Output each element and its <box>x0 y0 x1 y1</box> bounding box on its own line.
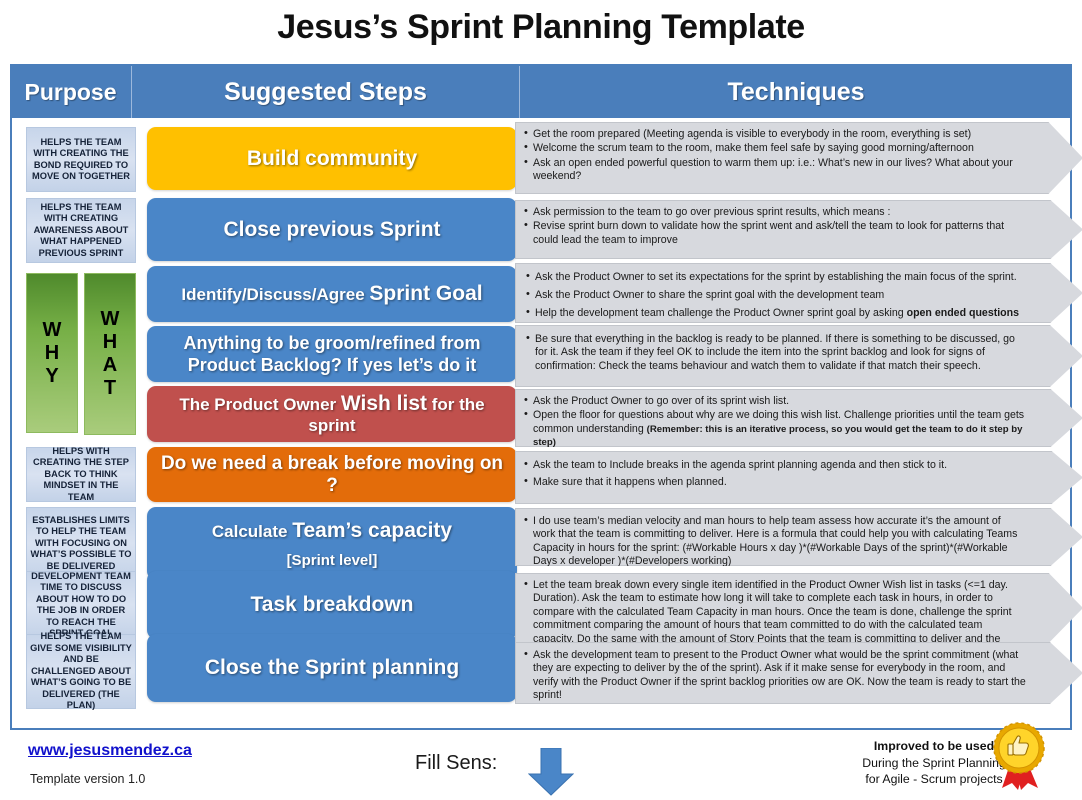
what-letter-h: H <box>102 331 118 353</box>
technique-arrow-4: Be sure that everything in the backlog i… <box>515 325 1082 387</box>
technique-item: Make sure that it happens when planned. <box>524 476 1026 489</box>
technique-item: Ask the Product Owner to go over of its … <box>524 395 1026 408</box>
technique-list-1: Get the room prepared (Meeting agenda is… <box>516 123 1082 189</box>
why-label-block: W H Y <box>26 273 78 433</box>
technique-item: Get the room prepared (Meeting agenda is… <box>524 128 1026 141</box>
step-label-6: Do we need a break before moving on ? <box>160 452 504 496</box>
step-label-3-lead: Identify/Discuss/Agree <box>181 285 370 304</box>
step-button-sprint-goal[interactable]: Identify/Discuss/Agree Sprint Goal <box>147 266 517 322</box>
purpose-cell-9: Helps the team give some visibility and … <box>26 631 136 710</box>
recommended-badge-icon <box>993 722 1045 790</box>
technique-arrow-9: Ask the development team to present to t… <box>515 642 1082 704</box>
step-button-team-capacity[interactable]: Calculate Team’s capacity [Sprint level] <box>147 507 517 580</box>
template-version: Template version 1.0 <box>30 772 146 786</box>
technique-arrow-1: Get the room prepared (Meeting agenda is… <box>515 122 1082 194</box>
step-label-7: Calculate Team’s capacity <box>212 519 452 543</box>
what-label-block: W H A T <box>84 273 136 435</box>
technique-list-6: Ask the team to Include breaks in the ag… <box>516 452 1082 495</box>
techniques-block-3: Ask the Product Owner to set its expecta… <box>515 263 1082 323</box>
step-label-5-lead: The Product Owner <box>179 395 341 414</box>
techniques-block-9: Ask the development team to present to t… <box>515 642 1082 704</box>
technique-arrow-5: Ask the Product Owner to go over of its … <box>515 389 1082 447</box>
technique-item: Welcome the scrum team to the room, make… <box>524 142 1026 155</box>
step-button-task-breakdown[interactable]: Task breakdown <box>147 571 517 639</box>
step-label-4: Anything to be groom/refined from Produc… <box>183 333 481 375</box>
table-body: Helps the team with creating the bond re… <box>12 118 1070 728</box>
column-header-purpose: Purpose <box>10 66 132 118</box>
technique-item: Ask permission to the team to go over pr… <box>524 206 1026 219</box>
techniques-block-8: Let the team break down every single ite… <box>515 573 1082 643</box>
technique-item: I do use team’s median velocity and man … <box>524 515 1026 569</box>
column-header-suggested-steps: Suggested Steps <box>132 66 520 118</box>
purpose-cell-2: Helps the team with creating awareness a… <box>26 198 136 263</box>
technique-item: Ask the team to Include breaks in the ag… <box>524 459 1026 472</box>
technique-list-3: Ask the Product Owner to set its expecta… <box>516 264 1082 325</box>
step-label-5-big: Wish list <box>340 392 428 415</box>
technique-list-9: Ask the development team to present to t… <box>516 643 1082 708</box>
step-button-close-previous-sprint[interactable]: Close previous Sprint <box>147 198 517 261</box>
techniques-block-6: Ask the team to Include breaks in the ag… <box>515 451 1082 504</box>
technique-arrow-8: Let the team break down every single ite… <box>515 573 1082 643</box>
step-label-7-lead: Calculate <box>211 521 293 541</box>
sprint-planning-template: Jesus’s Sprint Planning Template Purpose… <box>0 0 1082 800</box>
table-header-row: Purpose Suggested Steps Techniques <box>10 66 1072 118</box>
technique-item: Ask the Product Owner to set its expecta… <box>524 271 1026 284</box>
technique-list-5: Ask the Product Owner to go over of its … <box>516 390 1082 455</box>
what-letter-a: A <box>102 354 118 376</box>
step-label-2: Close previous Sprint <box>223 217 441 241</box>
technique-arrow-7: I do use team’s median velocity and man … <box>515 508 1082 566</box>
step-label-7-sub: [Sprint level] <box>286 551 378 569</box>
page-title: Jesus’s Sprint Planning Template <box>277 8 805 46</box>
what-letter-w: W <box>100 308 120 330</box>
step-button-build-community[interactable]: Build community <box>147 127 517 190</box>
down-arrow-icon <box>528 748 574 796</box>
fill-sens-label: Fill Sens: <box>415 752 498 774</box>
technique-item: Ask the development team to present to t… <box>524 649 1026 703</box>
technique-arrow-3: Ask the Product Owner to set its expecta… <box>515 263 1082 323</box>
why-letter-w: W <box>42 318 62 341</box>
why-letter-y: Y <box>45 364 59 387</box>
step-button-product-owner-wish-list[interactable]: The Product Owner Wish list for the spri… <box>147 386 517 442</box>
what-letter-t: T <box>103 377 117 399</box>
step-button-product-backlog-refinement[interactable]: Anything to be groom/refined from Produc… <box>147 326 517 382</box>
step-button-close-sprint-planning[interactable]: Close the Sprint planning <box>147 634 517 702</box>
website-link[interactable]: www.jesusmendez.ca <box>28 742 192 760</box>
technique-list-2: Ask permission to the team to go over pr… <box>516 201 1082 252</box>
technique-item: Help the development team challenge the … <box>524 307 1026 320</box>
purpose-cell-7: Establishes limits to help the team with… <box>26 507 136 580</box>
technique-item: Open the floor for questions about why a… <box>524 409 1026 449</box>
column-header-techniques: Techniques <box>520 66 1072 118</box>
why-letter-h: H <box>44 341 60 364</box>
technique-arrow-6: Ask the team to Include breaks in the ag… <box>515 451 1082 504</box>
technique-list-4: Be sure that everything in the backlog i… <box>516 326 1082 378</box>
technique-item: Ask an open ended powerful question to w… <box>524 157 1026 184</box>
techniques-block-5: Ask the Product Owner to go over of its … <box>515 389 1082 447</box>
technique-item: Ask the Product Owner to share the sprin… <box>524 289 1026 302</box>
step-label-5: The Product Owner Wish list for the spri… <box>157 392 507 436</box>
technique-arrow-2: Ask permission to the team to go over pr… <box>515 200 1082 259</box>
purpose-cell-1: Helps the team with creating the bond re… <box>26 127 136 192</box>
step-label-7-big: Team’s capacity <box>292 518 453 542</box>
step-label-8: Task breakdown <box>250 593 414 616</box>
technique-list-7: I do use team’s median velocity and man … <box>516 509 1082 574</box>
step-label-3-big: Sprint Goal <box>369 282 483 305</box>
technique-item-text: Help the development team challenge the … <box>535 306 1020 319</box>
step-button-break[interactable]: Do we need a break before moving on ? <box>147 447 517 502</box>
step-label-9: Close the Sprint planning <box>204 656 460 679</box>
techniques-block-4: Be sure that everything in the backlog i… <box>515 325 1082 387</box>
technique-item: Revise sprint burn down to validate how … <box>524 220 1026 247</box>
step-label-3: Identify/Discuss/Agree Sprint Goal <box>181 282 482 306</box>
purpose-cell-8: Development team time to discuss about h… <box>26 571 136 639</box>
techniques-block-1: Get the room prepared (Meeting agenda is… <box>515 122 1082 194</box>
technique-item: Be sure that everything in the backlog i… <box>524 333 1026 373</box>
step-label-1: Build community <box>246 146 418 170</box>
purpose-cell-6: Helps with creating the step back to thi… <box>26 446 136 502</box>
techniques-block-2: Ask permission to the team to go over pr… <box>515 200 1082 259</box>
techniques-block-7: I do use team’s median velocity and man … <box>515 508 1082 566</box>
